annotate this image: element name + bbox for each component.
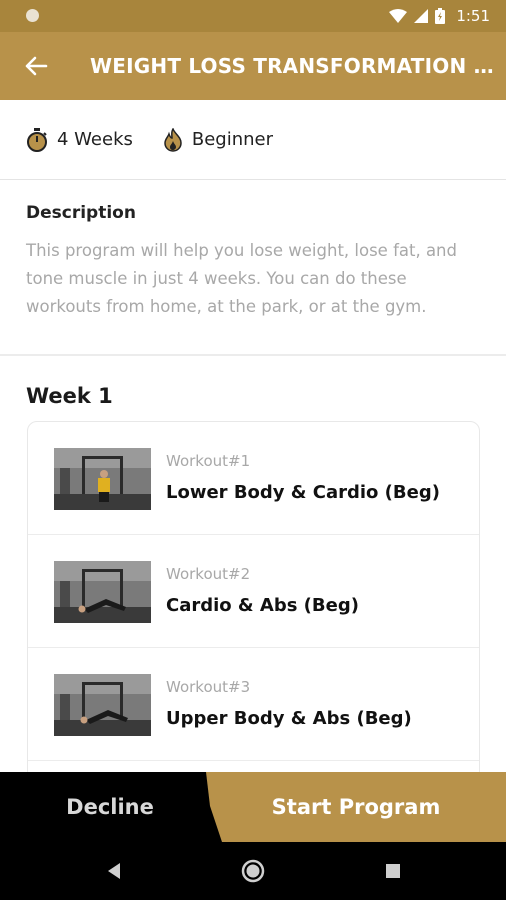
gym-photo-icon [54,561,151,623]
arrow-left-icon[interactable] [22,52,50,80]
triangle-back-icon [108,863,120,879]
workout-thumbnail [54,561,151,623]
description-heading: Description [26,203,136,223]
nav-back-button[interactable] [84,842,144,900]
status-bar: 1:51 [0,0,506,32]
level-text: Beginner [191,129,274,150]
stopwatch-icon [27,127,47,152]
status-time: 1:51 [456,7,490,25]
start-program-label: Start Program [271,795,441,819]
notification-dot-icon [26,9,39,22]
workout-number: Workout#3 [166,678,251,696]
workout-row[interactable]: Workout#3 Upper Body & Abs (Beg) [28,648,479,761]
system-nav-bar [0,842,506,900]
page-title: WEIGHT LOSS TRANSFORMATION (VOL... [90,54,500,78]
battery-icon [435,8,446,24]
status-icons: 1:51 [389,0,490,32]
description-section: Description This program will help you l… [0,181,506,356]
workout-row[interactable]: Workout#1 Lower Body & Cardio (Beg) [28,422,479,535]
level-meta: Beginner [163,127,274,152]
workout-number: Workout#1 [166,452,251,470]
workout-list: Workout#1 Lower Body & Cardio (Beg) Work… [27,421,480,781]
nav-home-button[interactable] [223,842,283,900]
nav-recents-button[interactable] [363,842,423,900]
circle-home-icon [241,859,265,883]
workout-thumbnail [54,674,151,736]
square-recents-icon [386,864,400,878]
program-meta: 4 Weeks Beginner [0,100,506,180]
workout-row[interactable]: Workout#2 Cardio & Abs (Beg) [28,535,479,648]
duration-text: 4 Weeks [57,129,133,150]
signal-icon [414,9,429,23]
action-bar: Decline Start Program [0,772,506,842]
workout-name: Lower Body & Cardio (Beg) [166,482,440,503]
flame-icon [164,127,182,152]
description-body: This program will help you lose weight, … [26,241,457,316]
workout-name: Cardio & Abs (Beg) [166,595,359,616]
gym-photo-icon [54,674,151,736]
start-program-button[interactable]: Start Program [206,772,506,842]
week-heading: Week 1 [26,384,113,408]
wifi-icon [389,9,408,23]
duration-meta: 4 Weeks [26,127,133,152]
decline-label: Decline [66,795,154,819]
app-bar: WEIGHT LOSS TRANSFORMATION (VOL... [0,32,506,100]
gym-photo-icon [54,448,151,510]
workout-name: Upper Body & Abs (Beg) [166,708,412,729]
decline-button[interactable]: Decline [0,772,222,842]
workout-thumbnail [54,448,151,510]
workout-number: Workout#2 [166,565,251,583]
